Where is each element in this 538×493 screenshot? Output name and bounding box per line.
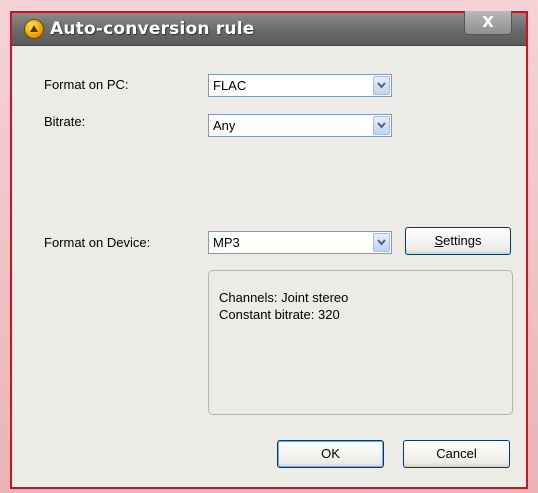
chevron-down-icon[interactable] — [373, 116, 390, 135]
format-device-value: MP3 — [213, 235, 240, 250]
settings-accel: S — [434, 233, 444, 248]
bitrate-label: Bitrate: — [44, 114, 86, 129]
format-pc-value: FLAC — [213, 78, 247, 93]
ok-button[interactable]: OK — [277, 440, 384, 468]
settings-button[interactable]: Settings — [405, 227, 511, 255]
format-pc-label: Format on PC: — [44, 77, 129, 92]
bitrate-info: Constant bitrate: 320 — [219, 307, 340, 322]
format-pc-select[interactable]: FLAC — [208, 74, 392, 97]
channels-info: Channels: Joint stereo — [219, 290, 349, 305]
close-icon: X — [482, 13, 494, 31]
settings-label: ettings — [443, 233, 482, 248]
app-icon — [24, 19, 44, 39]
encoding-info-panel: Channels: Joint stereo Constant bitrate:… — [208, 270, 513, 415]
bitrate-select[interactable]: Any — [208, 114, 392, 137]
format-device-label: Format on Device: — [44, 235, 151, 250]
window-title: Auto-conversion rule — [50, 19, 255, 39]
bitrate-value: Any — [213, 118, 236, 133]
title-bar[interactable]: Auto-conversion rule X — [12, 11, 526, 46]
chevron-down-icon[interactable] — [373, 76, 390, 95]
format-device-select[interactable]: MP3 — [208, 231, 392, 254]
dialog-window: Auto-conversion rule X Format on PC: FLA… — [10, 11, 528, 489]
chevron-down-icon[interactable] — [373, 233, 390, 252]
cancel-button[interactable]: Cancel — [403, 440, 510, 468]
close-button[interactable]: X — [464, 11, 512, 35]
